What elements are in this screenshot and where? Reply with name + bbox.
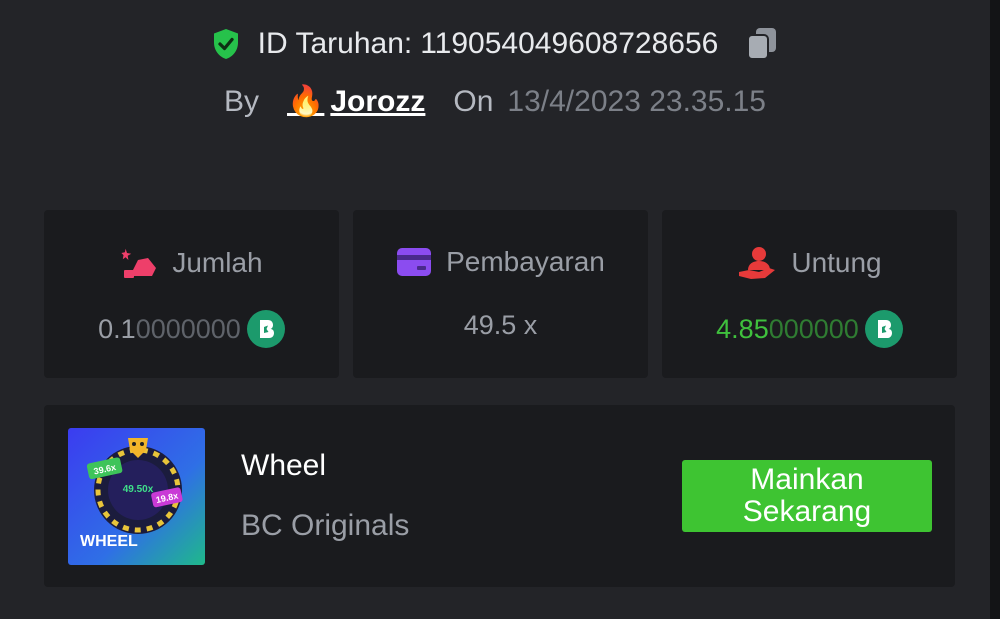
fire-icon: 🔥 <box>287 85 325 118</box>
bet-date: 13/4/2023 23.35.15 <box>507 84 766 118</box>
profit-card: Untung 4.85000000 <box>662 210 957 378</box>
bet-hand-icon <box>121 248 157 278</box>
game-card: 49.50x 39.6x 19.8x WHEEL Wheel BC Origin… <box>44 405 955 587</box>
amount-value-main: 0.1 <box>98 313 136 344</box>
bcd-coin-icon <box>246 310 285 348</box>
bet-id-value: 119054049608728656 <box>420 27 719 60</box>
copy-icon[interactable] <box>742 24 782 64</box>
play-now-button[interactable]: Mainkan Sekarang <box>682 460 932 532</box>
thumb-multiplier-center: 49.50x <box>123 484 154 495</box>
bet-id-row: ID Taruhan: 119054049608728656 <box>0 24 990 64</box>
bet-stats: Jumlah 0.10000000 Pembayaran 49.5 x Untu… <box>44 210 957 378</box>
username[interactable]: Jorozz <box>330 85 425 119</box>
on-label: On <box>453 84 494 118</box>
game-thumbnail[interactable]: 49.50x 39.6x 19.8x WHEEL <box>68 428 205 565</box>
amount-label: Jumlah <box>172 247 263 278</box>
payout-label: Pembayaran <box>446 246 605 277</box>
card-icon <box>397 248 432 276</box>
amount-card: Jumlah 0.10000000 <box>44 210 339 378</box>
bet-author-row: By 🔥 Jorozz On 13/4/2023 23.35.15 <box>0 84 990 119</box>
payout-card: Pembayaran 49.5 x <box>353 210 648 378</box>
profit-label: Untung <box>791 247 882 278</box>
scrollbar[interactable] <box>990 0 1000 619</box>
profit-value: 4.85000000 <box>662 310 957 348</box>
bet-id-label: ID Taruhan: <box>257 27 413 60</box>
amount-value: 0.10000000 <box>44 310 339 348</box>
shield-check-icon <box>213 29 238 59</box>
user-link[interactable]: 🔥 Jorozz <box>287 84 425 119</box>
profit-value-dim: 000000 <box>768 313 859 344</box>
by-label: By <box>224 84 260 118</box>
payout-value: 49.5 x <box>463 310 538 340</box>
game-title[interactable]: Wheel <box>241 449 326 483</box>
profit-value-main: 4.85 <box>716 313 769 344</box>
amount-value-dim: 0000000 <box>135 313 241 344</box>
profit-hand-icon <box>739 247 776 279</box>
bcd-coin-icon <box>864 310 903 348</box>
thumb-title: WHEEL <box>80 533 138 550</box>
game-provider: BC Originals <box>241 509 410 542</box>
